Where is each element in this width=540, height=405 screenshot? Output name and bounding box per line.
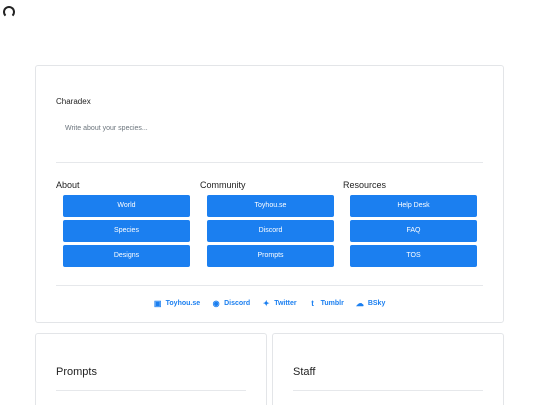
toyhouse-icon: ▣ bbox=[153, 298, 162, 308]
social-links: ▣ Toyhou.se ◉ Discord ✦ Twitter t Tumblr… bbox=[36, 296, 503, 310]
twitter-icon: ✦ bbox=[262, 298, 270, 308]
staff-title: Staff bbox=[293, 366, 316, 378]
tos-button[interactable]: TOS bbox=[350, 245, 477, 267]
loading-spinner-icon bbox=[3, 6, 15, 18]
about-heading: About bbox=[56, 180, 80, 190]
species-button[interactable]: Species bbox=[63, 220, 190, 242]
site-title: Charadex bbox=[56, 97, 91, 106]
bluesky-icon: ☁ bbox=[355, 298, 364, 308]
tumblr-link-label: Tumblr bbox=[320, 299, 344, 307]
divider bbox=[293, 390, 483, 391]
page: Charadex Write about your species... Abo… bbox=[0, 0, 540, 405]
divider bbox=[56, 390, 246, 391]
divider bbox=[56, 285, 483, 286]
resources-column: Resources Help Desk FAQ TOS bbox=[343, 178, 477, 270]
prompts-button[interactable]: Prompts bbox=[207, 245, 334, 267]
twitter-link[interactable]: ✦ Twitter bbox=[262, 296, 297, 310]
tumblr-link[interactable]: t Tumblr bbox=[309, 296, 344, 310]
toyhouse-link-label: Toyhou.se bbox=[165, 299, 201, 307]
community-heading: Community bbox=[200, 180, 246, 190]
about-column: About World Species Designs bbox=[56, 178, 190, 270]
discord-icon: ◉ bbox=[212, 298, 220, 308]
help-desk-button[interactable]: Help Desk bbox=[350, 195, 477, 217]
discord-link[interactable]: ◉ Discord bbox=[212, 296, 251, 310]
tumblr-icon: t bbox=[311, 298, 314, 308]
faq-button[interactable]: FAQ bbox=[350, 220, 477, 242]
home-card: Charadex Write about your species... Abo… bbox=[35, 65, 504, 323]
discord-link-label: Discord bbox=[224, 299, 251, 307]
bluesky-link[interactable]: ☁ BSky bbox=[356, 296, 386, 310]
prompts-title: Prompts bbox=[56, 366, 97, 378]
staff-card: Staff bbox=[272, 333, 504, 405]
toyhouse-button[interactable]: Toyhou.se bbox=[207, 195, 334, 217]
twitter-link-label: Twitter bbox=[274, 299, 297, 307]
world-button[interactable]: World bbox=[63, 195, 190, 217]
designs-button[interactable]: Designs bbox=[63, 245, 190, 267]
resources-heading: Resources bbox=[343, 180, 387, 190]
prompts-card: Prompts bbox=[35, 333, 267, 405]
bluesky-link-label: BSky bbox=[367, 299, 386, 307]
intro-text: Write about your species... bbox=[65, 125, 148, 132]
divider bbox=[56, 162, 483, 163]
discord-button[interactable]: Discord bbox=[207, 220, 334, 242]
community-column: Community Toyhou.se Discord Prompts bbox=[200, 178, 334, 270]
toyhouse-link[interactable]: ▣ Toyhou.se bbox=[154, 296, 200, 310]
